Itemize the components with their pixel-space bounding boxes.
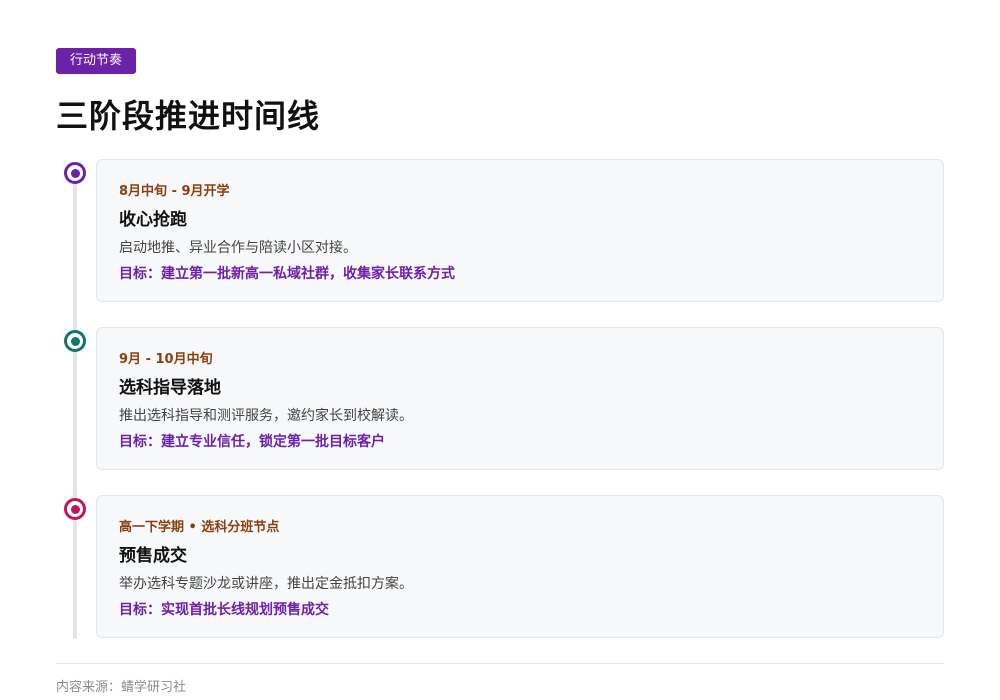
page-content: 行动节奏 三阶段推进时间线 8月中旬 - 9月开学 收心抢跑 启动地推、异业合作…	[56, 48, 944, 639]
stage-2-goal: 目标：建立专业信任，锁定第一批目标客户	[119, 434, 385, 450]
stage-3-description: 举办选科专题沙龙或讲座，推出定金抵扣方案。	[119, 576, 413, 592]
stage-1-marker-icon	[64, 162, 86, 184]
timeline: 8月中旬 - 9月开学 收心抢跑 启动地推、异业合作与陪读小区对接。 目标：建立…	[56, 159, 944, 639]
stage-2-marker-icon	[64, 330, 86, 352]
stage-3-title: 预售成交	[119, 546, 187, 566]
stage-1-description: 启动地推、异业合作与陪读小区对接。	[119, 240, 357, 256]
stage-3-card: 高一下学期 • 选科分班节点 预售成交 举办选科专题沙龙或讲座，推出定金抵扣方案…	[96, 495, 944, 638]
stage-1-period: 8月中旬 - 9月开学	[119, 184, 230, 199]
stage-2-period: 9月 - 10月中旬	[119, 352, 213, 367]
stage-3-marker-icon	[64, 498, 86, 520]
stage-3-goal: 目标：实现首批长线规划预售成交	[119, 602, 329, 618]
stage-2-description: 推出选科指导和测评服务，邀约家长到校解读。	[119, 408, 413, 424]
stage-2-card: 9月 - 10月中旬 选科指导落地 推出选科指导和测评服务，邀约家长到校解读。 …	[96, 327, 944, 470]
page-title: 三阶段推进时间线	[56, 97, 321, 135]
stage-1-goal: 目标：建立第一批新高一私域社群，收集家长联系方式	[119, 266, 455, 282]
timeline-stage-2: 9月 - 10月中旬 选科指导落地 推出选科指导和测评服务，邀约家长到校解读。 …	[56, 327, 944, 470]
timeline-stage-3: 高一下学期 • 选科分班节点 预售成交 举办选科专题沙龙或讲座，推出定金抵扣方案…	[56, 495, 944, 638]
timeline-stage-1: 8月中旬 - 9月开学 收心抢跑 启动地推、异业合作与陪读小区对接。 目标：建立…	[56, 159, 944, 302]
stage-1-title: 收心抢跑	[119, 210, 187, 230]
footer-divider	[56, 663, 944, 664]
stage-3-period: 高一下学期 • 选科分班节点	[119, 520, 280, 535]
stage-1-card: 8月中旬 - 9月开学 收心抢跑 启动地推、异业合作与陪读小区对接。 目标：建立…	[96, 159, 944, 302]
stage-2-title: 选科指导落地	[119, 378, 221, 398]
source-credit: 内容来源：蜻学研习社	[56, 680, 187, 695]
section-tag: 行动节奏	[56, 48, 137, 74]
